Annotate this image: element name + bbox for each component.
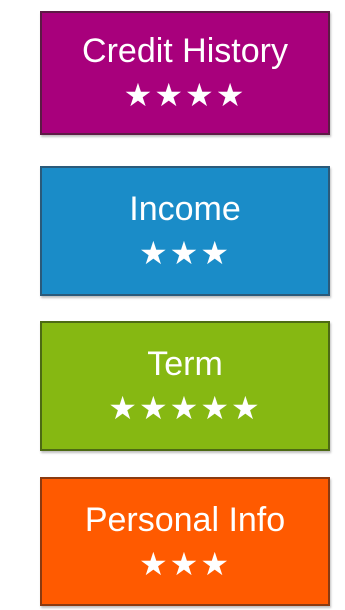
star-rating-credit-history: ★★★★	[123, 76, 247, 114]
card-label-credit-history: Credit History	[82, 32, 288, 70]
card-credit-history: Credit History ★★★★	[40, 11, 330, 135]
card-label-term: Term	[147, 345, 223, 383]
star-rating-income: ★★★	[138, 234, 232, 272]
card-personal-info: Personal Info ★★★	[40, 477, 330, 606]
card-income: Income ★★★	[40, 166, 330, 296]
star-rating-term: ★★★★★	[108, 389, 262, 427]
star-rating-personal-info: ★★★	[138, 544, 232, 583]
rating-card-stack: Credit History ★★★★ Income ★★★ Term ★★★★…	[0, 0, 345, 610]
card-label-personal-info: Personal Info	[84, 500, 286, 539]
card-label-income: Income	[129, 190, 241, 228]
card-term: Term ★★★★★	[40, 321, 330, 451]
